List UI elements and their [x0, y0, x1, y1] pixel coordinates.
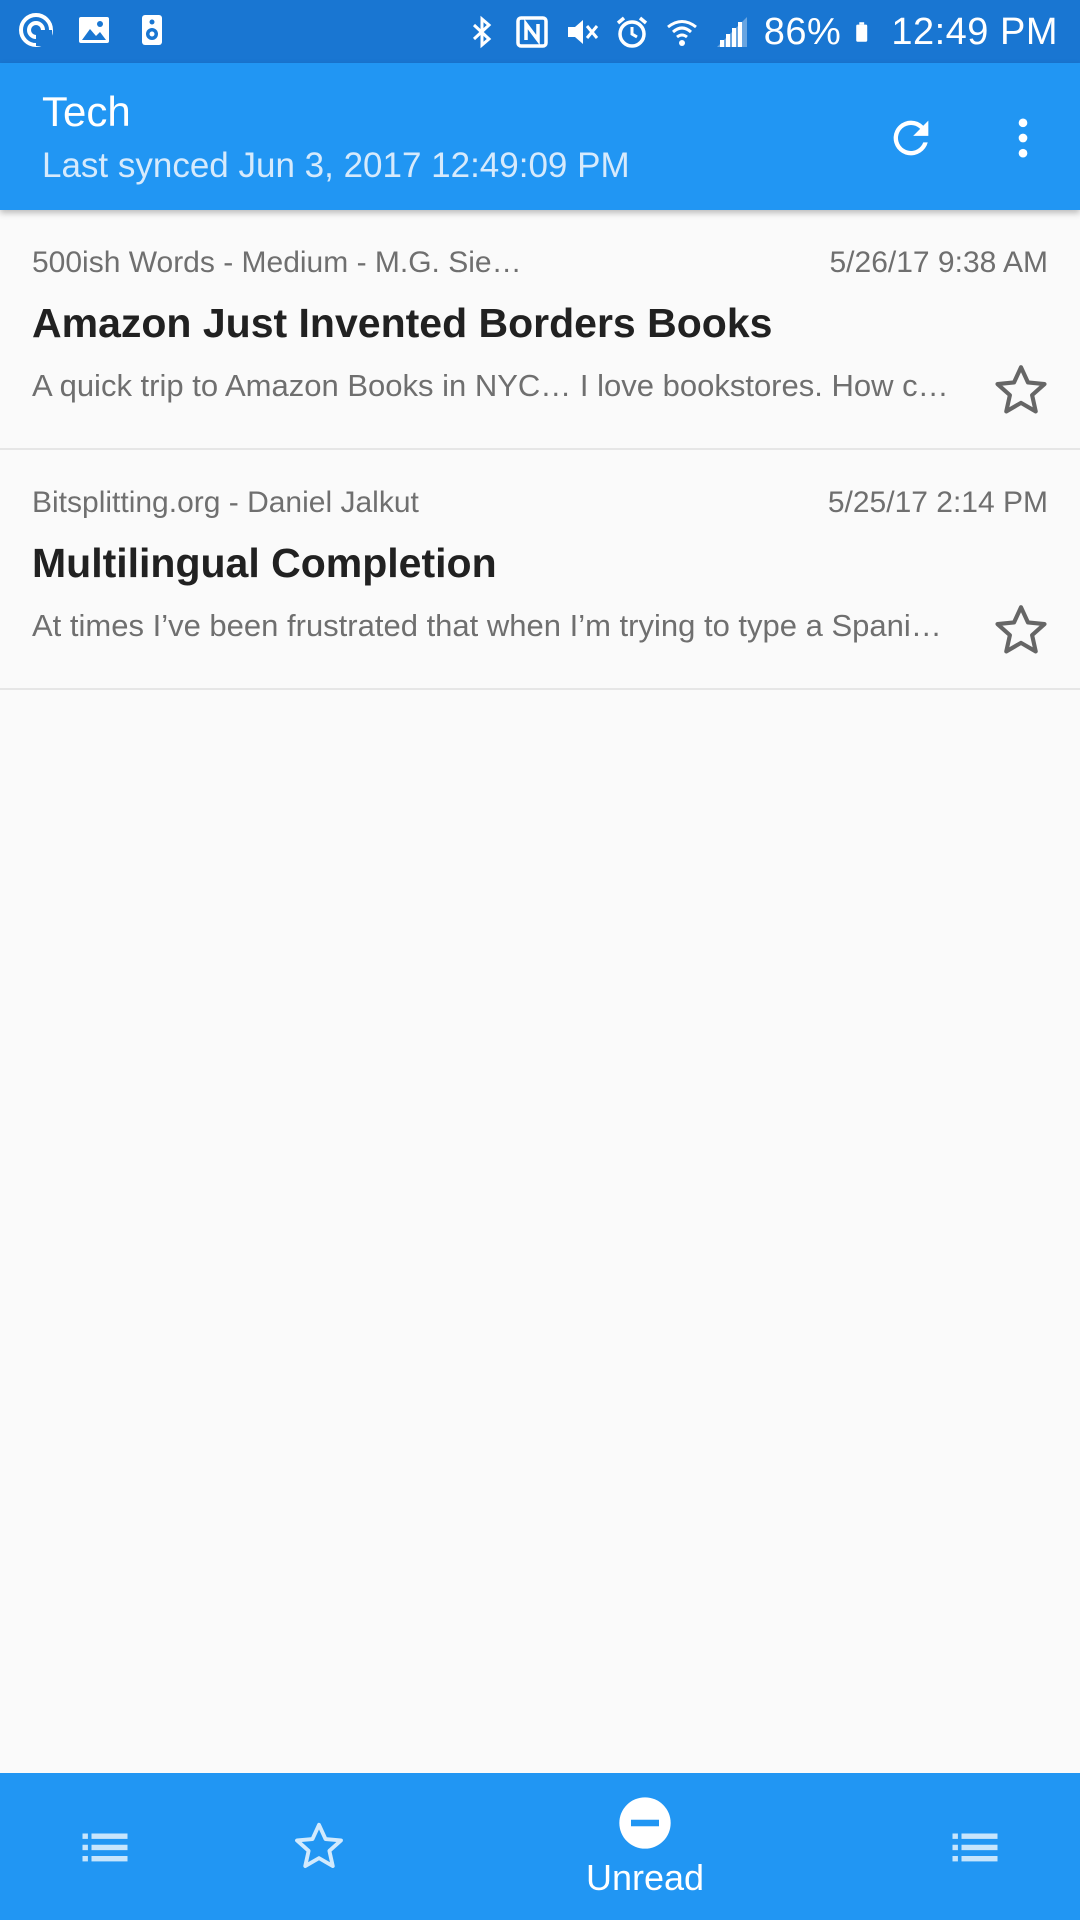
- article-item[interactable]: 500ish Words - Medium - M.G. Sie… 5/26/1…: [0, 210, 1080, 450]
- article-date: 5/26/17 9:38 AM: [829, 246, 1049, 279]
- image-icon: [79, 17, 109, 43]
- mute-icon: [567, 20, 598, 44]
- pocket-cast-icon: [19, 13, 53, 47]
- last-synced-text: Last synced Jun 3, 2017 12:49:09 PM: [42, 146, 630, 185]
- status-bar: 86% 12:49 PM: [0, 0, 1080, 63]
- nav-feeds[interactable]: [930, 1773, 1020, 1920]
- star-outline-icon: [995, 365, 1047, 414]
- app-bar: Tech Last synced Jun 3, 2017 12:49:09 PM: [0, 63, 1080, 210]
- article-snippet: At times I’ve been frustrated that when …: [32, 608, 942, 643]
- refresh-icon: [893, 120, 929, 156]
- nav-unread-label: Unread: [585, 1856, 705, 1898]
- article-list: 500ish Words - Medium - M.G. Sie… 5/26/1…: [0, 210, 1080, 690]
- page-title: Tech: [42, 88, 131, 135]
- nav-starred[interactable]: [274, 1773, 364, 1920]
- refresh-button[interactable]: [876, 103, 946, 173]
- article-date: 5/25/17 2:14 PM: [827, 486, 1048, 519]
- star-button[interactable]: [990, 360, 1052, 422]
- bluetooth-icon: [472, 15, 492, 49]
- article-source: 500ish Words - Medium - M.G. Sie…: [32, 246, 522, 279]
- article-title: Multilingual Completion: [32, 540, 497, 586]
- battery-percent: 86%: [763, 11, 842, 53]
- star-button[interactable]: [990, 600, 1052, 662]
- signal-icon: [716, 17, 747, 47]
- article-title: Amazon Just Invented Borders Books: [32, 300, 773, 346]
- article-item[interactable]: Bitsplitting.org - Daniel Jalkut 5/25/17…: [0, 450, 1080, 690]
- more-vert-icon: [1018, 118, 1028, 158]
- alarm-icon: [616, 16, 647, 48]
- star-icon: [295, 1822, 343, 1868]
- system-icons: 86% 12:49 PM: [464, 6, 1058, 58]
- battery-icon: [856, 22, 868, 42]
- nfc-icon: [516, 16, 548, 48]
- list-icon: [82, 1833, 128, 1861]
- article-snippet: A quick trip to Amazon Books in NYC… I l…: [32, 368, 949, 403]
- list-icon: [952, 1833, 998, 1861]
- nav-all-articles[interactable]: [60, 1773, 150, 1920]
- speaker-icon: [142, 15, 162, 45]
- star-outline-icon: [995, 605, 1047, 654]
- wifi-icon: [666, 20, 697, 46]
- more-options-button[interactable]: [988, 103, 1058, 173]
- article-source: Bitsplitting.org - Daniel Jalkut: [32, 486, 419, 519]
- bottom-navigation: Unread: [0, 1773, 1080, 1920]
- clock: 12:49 PM: [891, 11, 1058, 53]
- notification-icons: [18, 12, 170, 48]
- nav-unread[interactable]: Unread: [570, 1773, 720, 1920]
- unread-icon: [619, 1796, 671, 1849]
